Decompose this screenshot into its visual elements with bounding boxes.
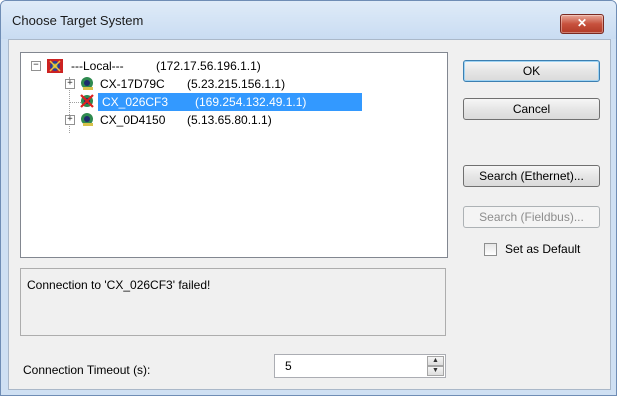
title-bar[interactable]: Choose Target System ✕ [1,1,616,39]
expand-icon[interactable]: + [65,79,75,89]
tree-node-cx-17d79c[interactable]: + CX-17D79C (5.23.215.156.1.1) [59,75,339,93]
set-as-default-label[interactable]: Set as Default [505,242,580,256]
search-fieldbus-button: Search (Fieldbus)... [463,206,600,228]
dialog-client-area: − ---Local--- (172.17.56.196.1.1) + CX-1… [8,39,611,390]
connection-timeout-spinner[interactable]: 5 ▲ ▼ [274,354,446,378]
arrow-up-icon: ▲ [432,357,439,364]
choose-target-system-dialog: Choose Target System ✕ − ---Local--- (17… [0,0,617,396]
target-system-icon [79,76,95,90]
set-as-default-checkbox[interactable] [484,243,497,256]
tree-node-label: CX_0D4150 [100,113,166,127]
spin-up-button[interactable]: ▲ [427,356,444,366]
ok-button[interactable]: OK [463,60,600,82]
cancel-button[interactable]: Cancel [463,98,600,120]
spin-down-button[interactable]: ▼ [427,366,444,376]
tree-node-address: (172.17.56.196.1.1) [156,59,261,73]
status-panel: Connection to 'CX_026CF3' failed! [20,268,446,336]
close-icon: ✕ [576,16,588,30]
connection-timeout-value[interactable]: 5 [285,359,292,373]
close-button[interactable]: ✕ [560,14,604,34]
tree-node-cx-0d4150[interactable]: + CX_0D4150 (5.13.65.80.1.1) [59,111,359,129]
spinner-buttons: ▲ ▼ [427,356,444,376]
search-ethernet-button[interactable]: Search (Ethernet)... [463,165,600,187]
local-system-icon [47,59,63,73]
tree-node-label: ---Local--- [71,59,124,73]
arrow-down-icon: ▼ [432,367,439,374]
dialog-title: Choose Target System [12,13,144,28]
connection-timeout-label: Connection Timeout (s): [23,363,151,377]
status-message: Connection to 'CX_026CF3' failed! [27,278,211,292]
tree-node-address: (169.254.132.49.1.1) [195,95,307,109]
tree-node-address: (5.13.65.80.1.1) [187,113,272,127]
tree-node-label: CX_026CF3 [102,95,169,109]
tree-node-address: (5.23.215.156.1.1) [187,77,286,91]
target-system-icon [79,112,95,126]
collapse-icon[interactable]: − [31,61,41,71]
tree-node-local[interactable]: − ---Local--- (172.17.56.196.1.1) [25,57,345,75]
target-tree[interactable]: − ---Local--- (172.17.56.196.1.1) + CX-1… [20,52,448,258]
connection-failed-icon [79,94,95,108]
expand-icon[interactable]: + [65,115,75,125]
tree-node-label: CX-17D79C [100,77,165,91]
tree-node-cx-026cf3[interactable]: CX_026CF3 (169.254.132.49.1.1) [59,93,362,111]
